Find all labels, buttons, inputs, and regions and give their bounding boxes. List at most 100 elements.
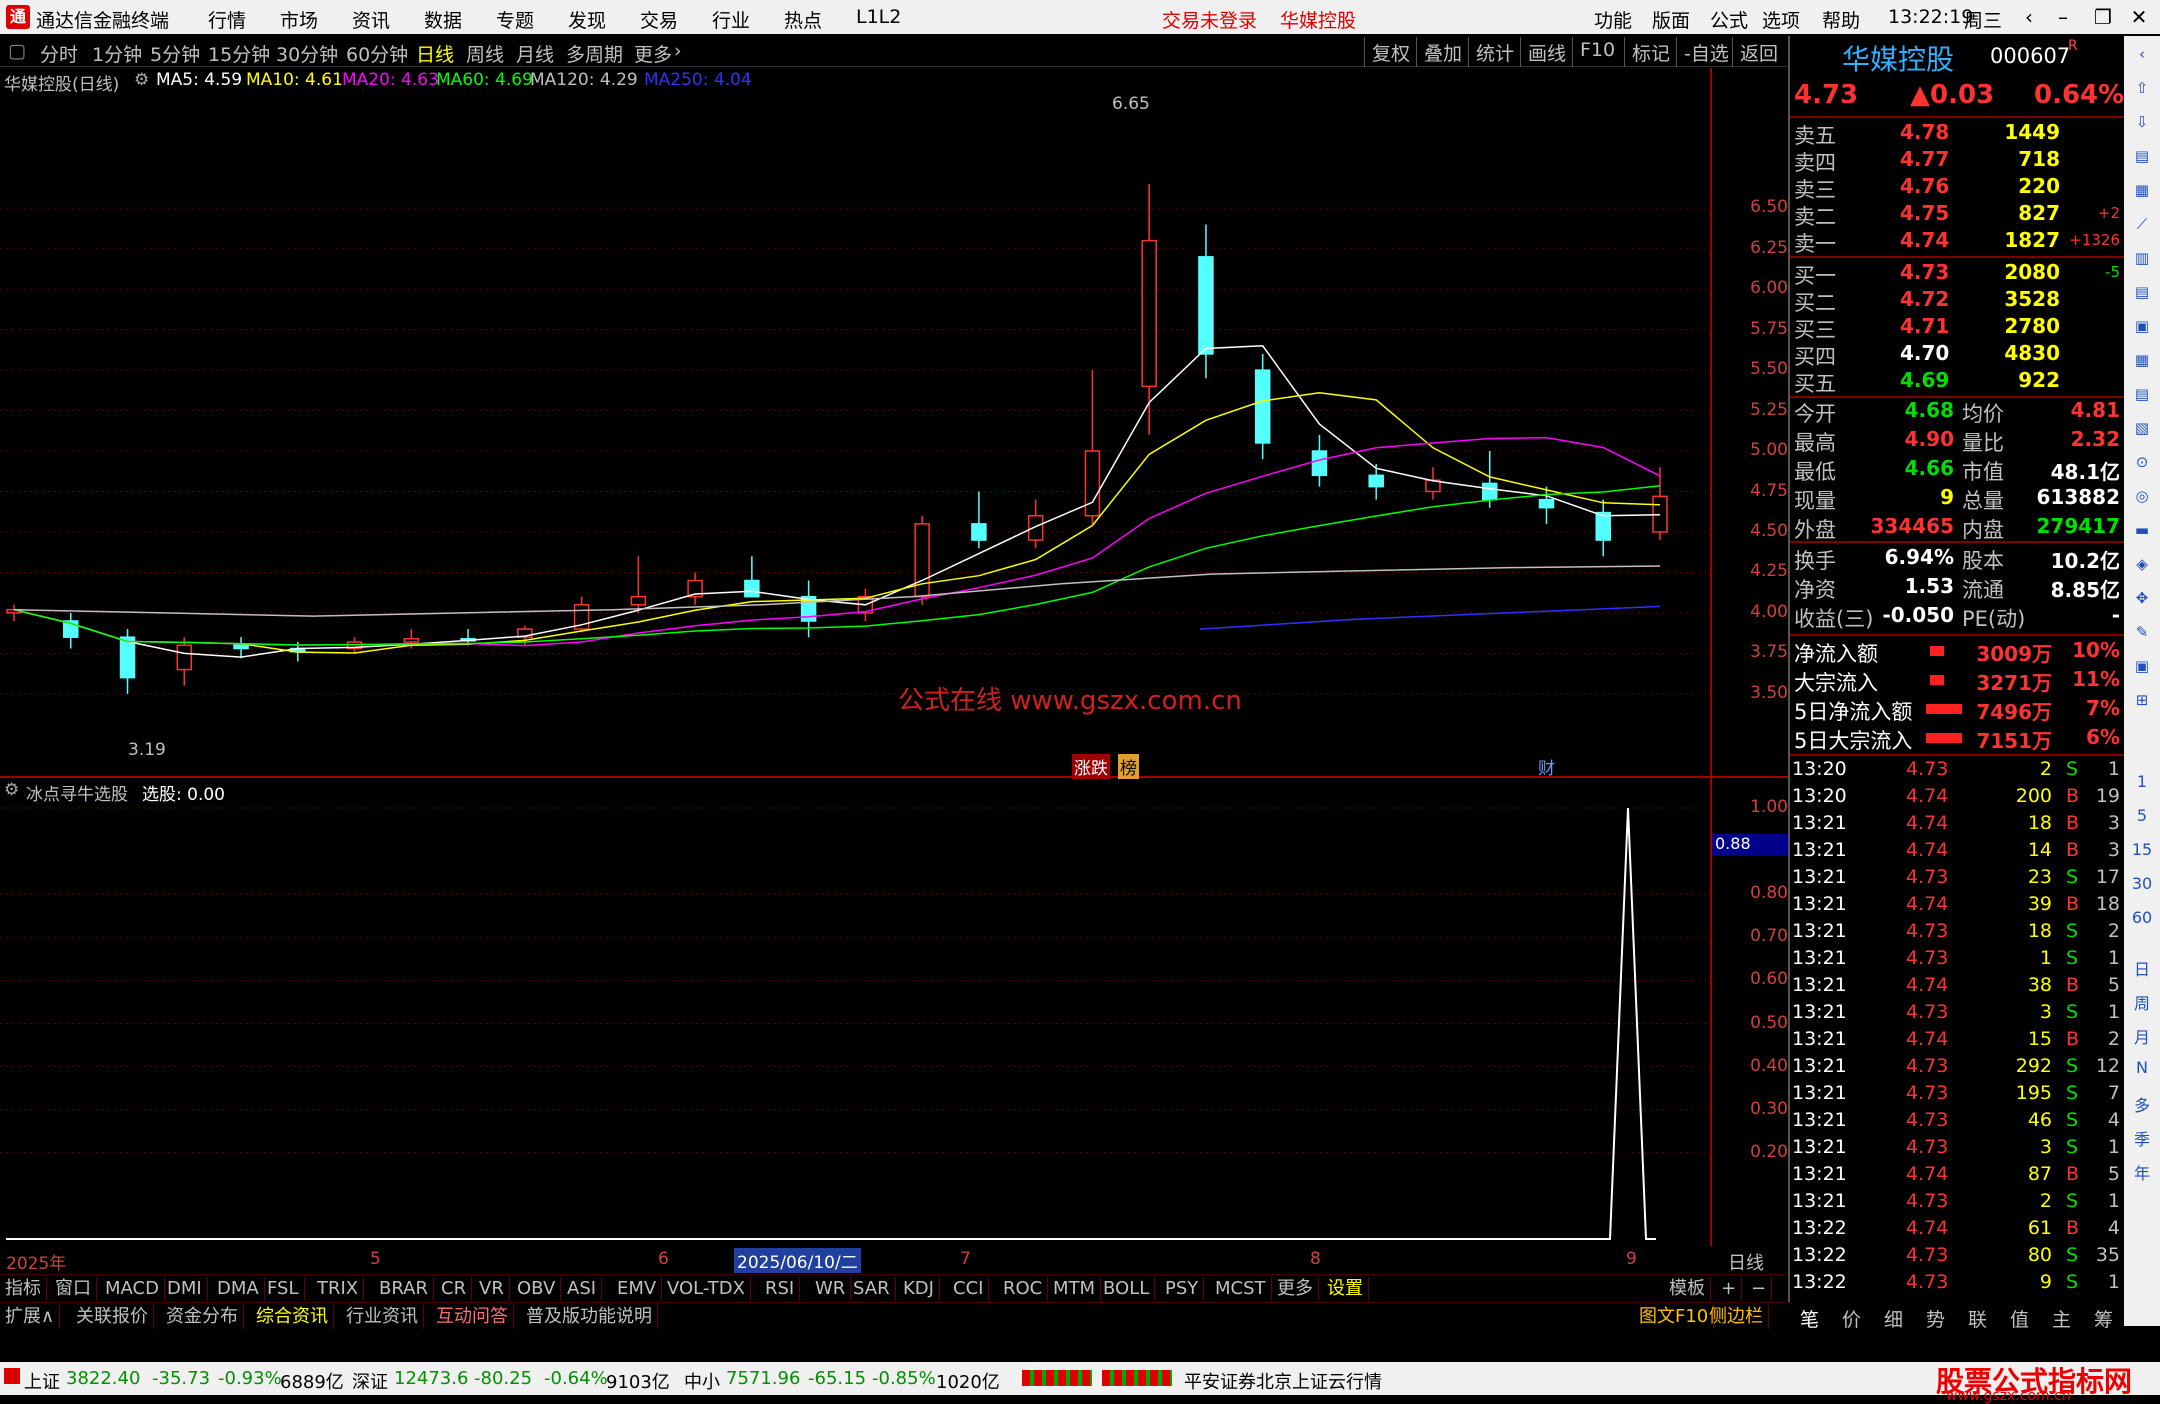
period-multi[interactable]: 多周期 (566, 40, 623, 67)
sidebar-period-num[interactable]: 60 (2130, 908, 2154, 927)
tag-cai[interactable]: 财 (1538, 754, 1555, 779)
sidebar-period[interactable]: 周 (2130, 990, 2154, 1014)
quote-tab[interactable]: 值 (2010, 1305, 2029, 1332)
quote-tab[interactable]: 筹 (2094, 1305, 2113, 1332)
sz-label[interactable]: 深证 (352, 1368, 388, 1394)
extension-tab[interactable]: 行业资讯 (341, 1305, 424, 1329)
indicator-tab[interactable]: MTM (1048, 1277, 1102, 1301)
indicator-tab[interactable]: TRIX (312, 1277, 365, 1301)
menu-xuanxiang[interactable]: 选项 (1762, 6, 1800, 33)
back-icon[interactable]: ‹ (2012, 4, 2046, 30)
candlestick-chart[interactable] (0, 104, 1710, 776)
sidebar-period[interactable]: 日 (2130, 956, 2154, 980)
menu-gongneng[interactable]: 功能 (1594, 6, 1632, 33)
menu-shuju[interactable]: 数据 (424, 6, 462, 33)
period-fenshi[interactable]: 分时 (40, 40, 78, 67)
menu-bangzhu[interactable]: 帮助 (1822, 6, 1860, 33)
target-icon[interactable]: ◎ (2130, 484, 2154, 508)
indicator-tab[interactable]: 窗口 (50, 1277, 97, 1301)
period-daily[interactable]: 日线 (416, 40, 454, 67)
tool-fuquan[interactable]: 复权 (1364, 37, 1417, 67)
indicator-tab[interactable]: RSI (760, 1277, 801, 1301)
indicator-tab[interactable]: EMV (612, 1277, 663, 1301)
menu-faxian[interactable]: 发现 (568, 6, 606, 33)
back-icon[interactable]: ‹ (2130, 42, 2154, 66)
extension-tab[interactable]: 互动问答 (431, 1305, 514, 1329)
indicator-tab[interactable]: ROC (998, 1277, 1049, 1301)
tool-tongji[interactable]: 统计 (1468, 37, 1521, 67)
indicator-tab[interactable]: BOLL (1098, 1277, 1156, 1301)
restore-icon[interactable]: ❐ (2086, 4, 2120, 30)
news-icon[interactable]: ▤ (2130, 280, 2154, 304)
period-1min[interactable]: 1分钟 (92, 40, 142, 67)
table-icon[interactable]: ▦ (2130, 178, 2154, 202)
indicator-tab[interactable]: FSL (262, 1277, 305, 1301)
period-60min[interactable]: 60分钟 (346, 40, 408, 67)
menu-shichang[interactable]: 市场 (280, 6, 318, 33)
window-icon[interactable]: ⊞ (2130, 688, 2154, 712)
tag-bang[interactable]: 榜 (1118, 754, 1139, 779)
quote-tab[interactable]: 价 (1842, 1305, 1861, 1332)
sidebar-period-num[interactable]: 5 (2130, 806, 2154, 825)
indicator-tab[interactable]: 指标 (0, 1277, 47, 1301)
down-icon[interactable]: ⇩ (2130, 110, 2154, 134)
tool-biaoji[interactable]: 标记 (1624, 37, 1677, 67)
stats-icon[interactable]: ▧ (2130, 416, 2154, 440)
indicator-tab[interactable]: DMA (212, 1277, 265, 1301)
zx-label[interactable]: 中小 (684, 1368, 720, 1394)
indicator-tab[interactable]: KDJ (898, 1277, 940, 1301)
tool-zixuan[interactable]: -自选 (1676, 37, 1736, 67)
menu-jiaoyi[interactable]: 交易 (640, 6, 678, 33)
doc-icon[interactable]: ▤ (2130, 382, 2154, 406)
list-icon[interactable]: ▤ (2130, 144, 2154, 168)
indicator-tab[interactable]: 设置 (1322, 1277, 1369, 1301)
close-icon[interactable]: ✕ (2122, 4, 2156, 30)
settings-icon[interactable]: ⚙ (134, 70, 149, 90)
quote-tab[interactable]: 细 (1884, 1305, 1903, 1332)
period-5min[interactable]: 5分钟 (150, 40, 200, 67)
move-icon[interactable]: ✥ (2130, 586, 2154, 610)
template-button[interactable]: 模板 (1664, 1277, 1711, 1301)
indicator-tab[interactable]: 更多 (1272, 1277, 1319, 1301)
rsi-icon[interactable]: ▬ (2130, 518, 2154, 542)
indicator-chart[interactable] (0, 778, 1710, 1242)
quote-tab[interactable]: 主 (2052, 1305, 2071, 1332)
extension-tab[interactable]: 关联报价 (71, 1305, 154, 1329)
period-more[interactable]: 更多 (634, 40, 672, 67)
extension-tab[interactable]: 普及版功能说明 (521, 1305, 658, 1329)
tool-f10[interactable]: F10 (1572, 37, 1622, 67)
extension-tab[interactable]: 扩展∧ (0, 1305, 61, 1329)
menu-banmian[interactable]: 版面 (1652, 6, 1690, 33)
indicator-tab[interactable]: ASI (562, 1277, 603, 1301)
sidebar-period[interactable]: 年 (2130, 1160, 2154, 1184)
tool-fanhui[interactable]: 返回 (1732, 37, 1785, 67)
radar-icon[interactable]: ⊙ (2130, 450, 2154, 474)
menu-hangye[interactable]: 行业 (712, 6, 750, 33)
indicator-tab[interactable]: SAR (848, 1277, 896, 1301)
menu-zhuanti[interactable]: 专题 (496, 6, 534, 33)
gem-icon[interactable]: ◈ (2130, 552, 2154, 576)
sidebar-period-num[interactable]: 1 (2130, 772, 2154, 791)
login-status[interactable]: 交易未登录 (1162, 6, 1257, 33)
f5-icon[interactable]: ▣ (2130, 654, 2154, 678)
tag-zhangdie[interactable]: 涨跌 (1072, 754, 1110, 779)
quote-tab[interactable]: 联 (1968, 1305, 1987, 1332)
chart-icon[interactable]: ⟋ (2130, 212, 2154, 236)
period-weekly[interactable]: 周线 (466, 40, 504, 67)
menu-gongshi[interactable]: 公式 (1710, 6, 1748, 33)
menu-redian[interactable]: 热点 (784, 6, 822, 33)
sidebar-period-num[interactable]: 30 (2130, 874, 2154, 893)
sidebar-period[interactable]: N (2130, 1058, 2154, 1077)
sidebar-period[interactable]: 多 (2130, 1092, 2154, 1116)
indicator-tab[interactable]: CCI (948, 1277, 990, 1301)
sidebar-period[interactable]: 季 (2130, 1126, 2154, 1150)
menu-hangqing[interactable]: 行情 (208, 6, 246, 33)
tool-diejia[interactable]: 叠加 (1416, 37, 1469, 67)
tool-huaxian[interactable]: 画线 (1520, 37, 1573, 67)
indicator-tab[interactable]: MCST (1210, 1277, 1272, 1301)
add-icon[interactable]: + (1716, 1277, 1743, 1301)
f10-link[interactable]: 图文F10 (1634, 1305, 1715, 1329)
indicator-tab[interactable]: VR (474, 1277, 510, 1301)
remove-icon[interactable]: − (1746, 1277, 1773, 1301)
indicator-tab[interactable]: MACD (100, 1277, 165, 1301)
